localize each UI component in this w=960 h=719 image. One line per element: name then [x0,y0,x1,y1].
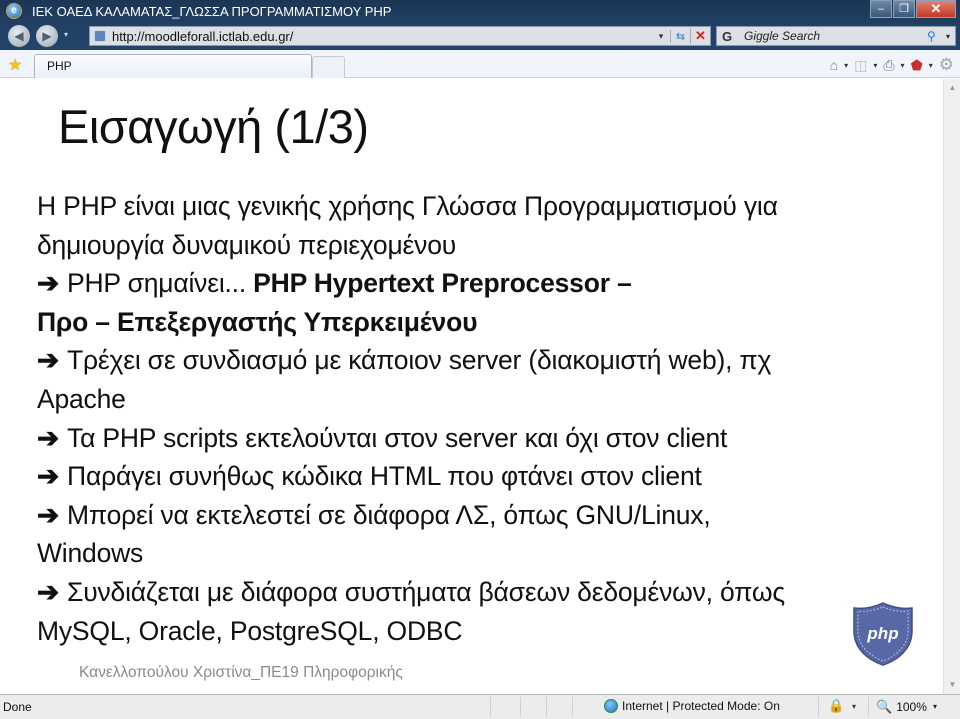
tab-label: PHP [47,59,72,73]
restore-button[interactable]: ❐ [893,0,915,18]
slide-bullet: ➔ Τα PHP scripts εκτελούνται στον server … [37,419,927,458]
status-divider [868,697,869,717]
page-content: Εισαγωγή (1/3) Η PHP είναι μιας γενικής … [0,79,943,694]
arrow-icon: ➔ [37,461,60,492]
status-text: Done [3,700,32,714]
bullet-text: Μπορεί να εκτελεστεί σε διάφορα ΛΣ, όπως… [67,499,711,530]
safety-dropdown-icon[interactable]: ▾ [929,61,933,70]
print-dropdown-icon[interactable]: ▾ [901,61,905,70]
status-divider [490,697,491,717]
lock-dropdown-icon[interactable]: ▾ [852,702,856,711]
close-window-button[interactable]: ✕ [916,0,956,18]
zoom-dropdown-icon[interactable]: ▾ [933,702,937,711]
status-divider [520,697,521,717]
tools-gear-icon[interactable]: ⚙ [939,55,954,75]
bullet-text: Παράγει συνήθως κώδικα HTML που φτάνει σ… [67,461,702,492]
tab-php[interactable]: PHP [34,54,312,78]
recent-pages-dropdown[interactable]: ▾ [64,30,68,39]
command-bar: ⌂ ▾ ◫ ▾ ⎙ ▾ ⬟ ▾ ⚙ [824,55,954,75]
tab-bar: ★ PHP ⌂ ▾ ◫ ▾ ⎙ ▾ ⬟ ▾ ⚙ [0,50,960,78]
window-title: ΙΕΚ ΟΑΕΔ ΚΑΛΑΜΑΤΑΣ_ΓΛΩΣΣΑ ΠΡΟΓΡΑΜΜΑΤΙΣΜΟ… [32,3,392,19]
home-dropdown-icon[interactable]: ▾ [844,61,848,70]
window-title-bar: e ΙΕΚ ΟΑΕΔ ΚΑΛΑΜΑΤΑΣ_ΓΛΩΣΣΑ ΠΡΟΓΡΑΜΜΑΤΙΣ… [0,0,960,22]
slide-line: δημιουργία δυναμικού περιεχομένου [37,229,457,260]
slide-title: Εισαγωγή (1/3) [58,100,369,153]
feeds-icon[interactable]: ◫ [854,57,867,74]
minimize-button[interactable]: – [870,0,892,18]
arrow-icon: ➔ [37,576,60,607]
browser-app-icon: e [6,3,22,19]
back-button[interactable]: ◀ [8,25,30,47]
address-dropdown-icon[interactable]: ▾ [652,31,670,42]
search-box[interactable]: G Giggle Search ⚲ ▾ [716,26,956,46]
favorites-star-icon[interactable]: ★ [8,55,22,75]
php-shield-logo: php [853,602,913,666]
vertical-scrollbar[interactable]: ▲ ▼ [943,79,960,694]
search-provider-icon: G [722,28,733,44]
slide-bullet: ➔ Συνδιάζεται με διάφορα συστήματα βάσεων… [37,573,927,612]
window-controls: – ❐ ✕ [869,0,956,18]
arrow-icon: ➔ [37,268,60,299]
internet-globe-icon [604,699,618,713]
slide-author-footer: Κανελλοπούλου Χριστίνα_ΠΕ19 Πληροφορικής [79,664,403,681]
status-divider [572,697,573,717]
slide-bullet: ➔ Τρέχει σε συνδιασμό με κάποιον server (… [37,341,927,380]
forward-button[interactable]: ▶ [36,25,58,47]
address-bar[interactable]: http://moodleforall.ictlab.edu.gr/ ▾ ⇆ ✕ [89,26,711,46]
bullet-bold-text: PHP Hypertext Preprocessor – [253,268,632,299]
safety-shield-icon[interactable]: ⬟ [911,57,923,74]
scroll-up-icon[interactable]: ▲ [944,81,960,95]
slide-bullet: ➔ Μπορεί να εκτελεστεί σε διάφορα ΛΣ, όπω… [37,496,927,535]
arrow-icon: ➔ [37,345,60,376]
zone-text: Internet | Protected Mode: On [622,699,780,713]
new-tab-button[interactable] [312,56,345,78]
slide-line: Προ – Επεξεργαστής Υπερκειμένου [37,303,927,342]
bullet-text: PHP σημαίνει... [67,268,254,299]
status-divider [546,697,547,717]
arrow-icon: ➔ [37,422,60,453]
bullet-text: Τρέχει σε συνδιασμό με κάποιον server (δ… [67,345,772,376]
feeds-dropdown-icon[interactable]: ▾ [873,61,877,70]
slide-bullet: ➔ PHP σημαίνει... PHP Hypertext Preproces… [37,264,927,303]
url-input[interactable]: http://moodleforall.ictlab.edu.gr/ [112,29,652,44]
home-icon[interactable]: ⌂ [830,57,838,73]
print-icon[interactable]: ⎙ [883,57,894,74]
slide-bullet: ➔ Παράγει συνήθως κώδικα HTML που φτάνει … [37,457,927,496]
status-divider [818,697,819,717]
status-bar: Done Internet | Protected Mode: On 🔒 ▾ 🔍… [0,694,960,719]
slide-line: Windows [37,538,144,569]
refresh-icon[interactable]: ⇆ [670,29,690,43]
stop-icon[interactable]: ✕ [690,28,710,44]
navigation-bar: ◀ ▶ ▾ http://moodleforall.ictlab.edu.gr/… [0,22,960,50]
lock-icon[interactable]: 🔒 [828,698,844,714]
site-favicon-icon [94,30,106,42]
badge-text: php [866,624,898,643]
slide-body: Η PHP είναι μιας γενικής χρήσης Γλώσσα Π… [37,187,927,650]
zoom-level-text: 100% [896,700,927,714]
bullet-text: Συνδιάζεται με διάφορα συστήματα βάσεων … [67,576,785,607]
slide-line: Η PHP είναι μιας γενικής χρήσης Γλώσσα Π… [37,191,778,221]
slide-line: MySQL, Oracle, PostgreSQL, ODBC [37,615,463,646]
slide-line: Apache [37,383,126,414]
zoom-level-control[interactable]: 🔍 100% [876,699,927,715]
arrow-icon: ➔ [37,499,60,530]
bullet-text: Τα PHP scripts εκτελούνται στον server κ… [67,422,728,453]
search-input[interactable]: Giggle Search [744,29,927,43]
search-options-dropdown-icon[interactable]: ▾ [941,32,955,41]
search-icon[interactable]: ⚲ [927,29,941,43]
security-zone[interactable]: Internet | Protected Mode: On [604,699,780,713]
zoom-magnifier-icon: 🔍 [876,699,893,714]
bullet-bold-text: Προ – Επεξεργαστής Υπερκειμένου [37,306,478,337]
scroll-down-icon[interactable]: ▼ [944,678,960,692]
